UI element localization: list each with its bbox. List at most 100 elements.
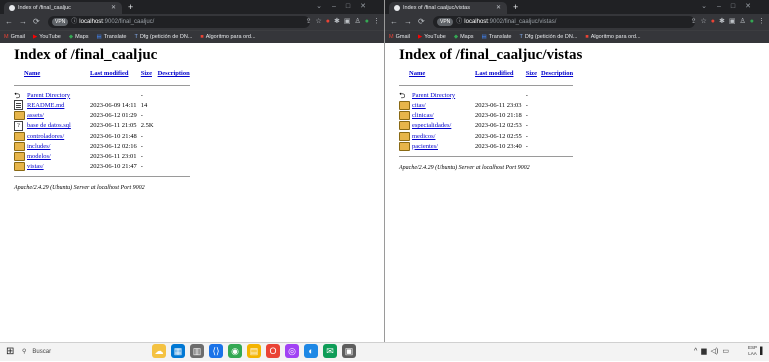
menu-icon[interactable]: ⋮ [373, 18, 380, 25]
site-info-icon[interactable]: ⓘ [456, 19, 462, 25]
site-info-icon[interactable]: ⓘ [71, 19, 77, 25]
reload-icon[interactable]: ⟳ [33, 17, 40, 26]
close-tab-icon[interactable]: ✕ [496, 2, 501, 14]
forward-arrow-icon[interactable]: → [404, 17, 412, 26]
table-row: clinicas/2023-06-10 21:18- [399, 111, 577, 121]
puzzle-icon[interactable]: ✱ [334, 18, 340, 25]
star-icon[interactable]: ☆ [315, 18, 321, 25]
description-column-header[interactable]: Description [158, 70, 194, 80]
folder-link[interactable]: controladores/ [27, 133, 64, 140]
reload-icon[interactable]: ⟳ [418, 17, 425, 26]
file-link[interactable]: README.md [27, 102, 64, 109]
bookmark-gmail[interactable]: M Gmail [4, 31, 25, 43]
folder-link[interactable]: modelos/ [27, 153, 51, 160]
puzzle-icon[interactable]: ✱ [719, 18, 725, 25]
folder-link[interactable]: includes/ [27, 143, 50, 150]
windows-start-icon[interactable]: ⊞ [6, 346, 14, 358]
bookmark-gmail[interactable]: M Gmail [389, 31, 410, 43]
bookmark-dfg[interactable]: T Dfg (petición de DN... [519, 31, 577, 43]
share-icon[interactable]: ⇪ [306, 18, 312, 25]
folder-app-icon[interactable]: ▤ [247, 344, 261, 358]
profile-icon[interactable]: ♙ [739, 18, 745, 25]
back-icon: ⮌ [14, 90, 21, 100]
new-tab-button[interactable]: + [513, 1, 518, 13]
table-row: modelos/2023-06-11 23:01- [14, 151, 194, 161]
folder-link[interactable]: citas/ [412, 102, 426, 109]
update-icon[interactable]: ● [365, 18, 369, 25]
tab-active[interactable]: Index of /final caaljuc/vistas ✕ [389, 2, 507, 14]
mail-icon[interactable]: ✉ [323, 344, 337, 358]
folder-icon [14, 141, 25, 151]
folder-link[interactable]: clinicas/ [412, 112, 434, 119]
share-icon[interactable]: ⇪ [691, 18, 697, 25]
forward-arrow-icon[interactable]: → [19, 17, 27, 26]
bookmark-translate[interactable]: ▤ Translate [97, 31, 127, 43]
text-file-icon [14, 100, 23, 111]
window-controls[interactable]: ⌄–□✕ [316, 0, 376, 14]
name-column-header[interactable]: Name [14, 70, 90, 80]
size-column-header[interactable]: Size [141, 70, 158, 80]
battery-icon[interactable]: ▭ [722, 348, 729, 355]
opera-icon[interactable]: O [266, 344, 280, 358]
file-explorer-icon[interactable]: ▥ [190, 344, 204, 358]
network-icon[interactable]: ▆ [701, 348, 706, 355]
window-controls[interactable]: ⌄–□✕ [701, 0, 761, 14]
extension-icon[interactable]: ● [326, 18, 330, 25]
taskbar-search[interactable]: ⚲ Buscar [22, 346, 132, 358]
tab-active[interactable]: Index of /final_caaljuc ✕ [4, 2, 122, 14]
back-arrow-icon[interactable]: ← [390, 17, 398, 26]
globe-icon [9, 5, 15, 11]
size-column-header[interactable]: Size [526, 70, 541, 80]
menu-icon[interactable]: ⋮ [758, 18, 765, 25]
app-icon[interactable]: ◎ [285, 344, 299, 358]
parent-directory-link[interactable]: Parent Directory [412, 92, 455, 99]
bookmark-dfg[interactable]: T Dfg (petición de DN... [134, 31, 192, 43]
modified-column-header[interactable]: Last modified [475, 70, 526, 80]
close-tab-icon[interactable]: ✕ [111, 2, 116, 14]
bookmark-youtube[interactable]: ▶ YouTube [33, 31, 61, 43]
extension-icon[interactable]: ● [711, 18, 715, 25]
folder-link[interactable]: especialidades/ [412, 122, 451, 129]
vscode-icon[interactable]: ⟨⟩ [209, 344, 223, 358]
sidebar-icon[interactable]: ▣ [729, 18, 736, 25]
update-icon[interactable]: ● [750, 18, 754, 25]
bookmark-algoritmo[interactable]: ■ Algoritmo para ord... [585, 31, 640, 43]
folder-link[interactable]: pacientes/ [412, 143, 438, 150]
folder-link[interactable]: vistas/ [27, 163, 44, 170]
task-view-icon[interactable]: ▦ [171, 344, 185, 358]
back-arrow-icon[interactable]: ← [5, 17, 13, 26]
sidebar-icon[interactable]: ▣ [344, 18, 351, 25]
vpn-badge[interactable]: VPN [52, 18, 69, 26]
bookmark-algoritmo[interactable]: ■ Algoritmo para ord... [200, 31, 255, 43]
chevron-up-icon[interactable]: ^ [694, 348, 697, 355]
folder-icon [399, 121, 410, 131]
table-row: ⮌ Parent Directory - [14, 90, 143, 100]
bookmark-translate[interactable]: ▤ Translate [482, 31, 512, 43]
terminal-icon[interactable]: ▣ [342, 344, 356, 358]
name-column-header[interactable]: Name [399, 70, 475, 80]
modified-column-header[interactable]: Last modified [90, 70, 141, 80]
bookmark-youtube[interactable]: ▶ YouTube [418, 31, 446, 43]
new-tab-button[interactable]: + [128, 1, 133, 13]
notification-icon[interactable]: ▌ [760, 346, 767, 356]
star-icon[interactable]: ☆ [700, 18, 706, 25]
description-column-header[interactable]: Description [541, 70, 577, 80]
address-bar[interactable]: VPN ⓘ localhost:9002/final_caaljuc/ [48, 16, 310, 28]
address-bar[interactable]: VPN ⓘ localhost:9002/final_caaljuc/vistas/ [433, 16, 695, 28]
parent-directory-link[interactable]: Parent Directory [27, 92, 70, 99]
system-tray: ^ ▆ ◁) ▭ [690, 346, 729, 358]
bookmark-maps[interactable]: ◆ Maps [69, 31, 89, 43]
chrome-icon[interactable]: ◉ [228, 344, 242, 358]
language-indicator[interactable]: ESP LAA [748, 345, 757, 357]
profile-icon[interactable]: ♙ [354, 18, 360, 25]
file-link[interactable]: base de datos.sql [27, 122, 71, 129]
folder-link[interactable]: medicos/ [412, 133, 435, 140]
globe-icon [394, 5, 400, 11]
volume-icon[interactable]: ◁) [711, 348, 719, 355]
edge-icon[interactable]: ◐ [304, 344, 318, 358]
bookmark-maps[interactable]: ◆ Maps [454, 31, 474, 43]
widget-icon[interactable]: ☁ [152, 344, 166, 358]
server-signature: Apache/2.4.29 (Ubuntu) Server at localho… [14, 184, 145, 191]
vpn-badge[interactable]: VPN [437, 18, 454, 26]
folder-link[interactable]: assets/ [27, 112, 44, 119]
